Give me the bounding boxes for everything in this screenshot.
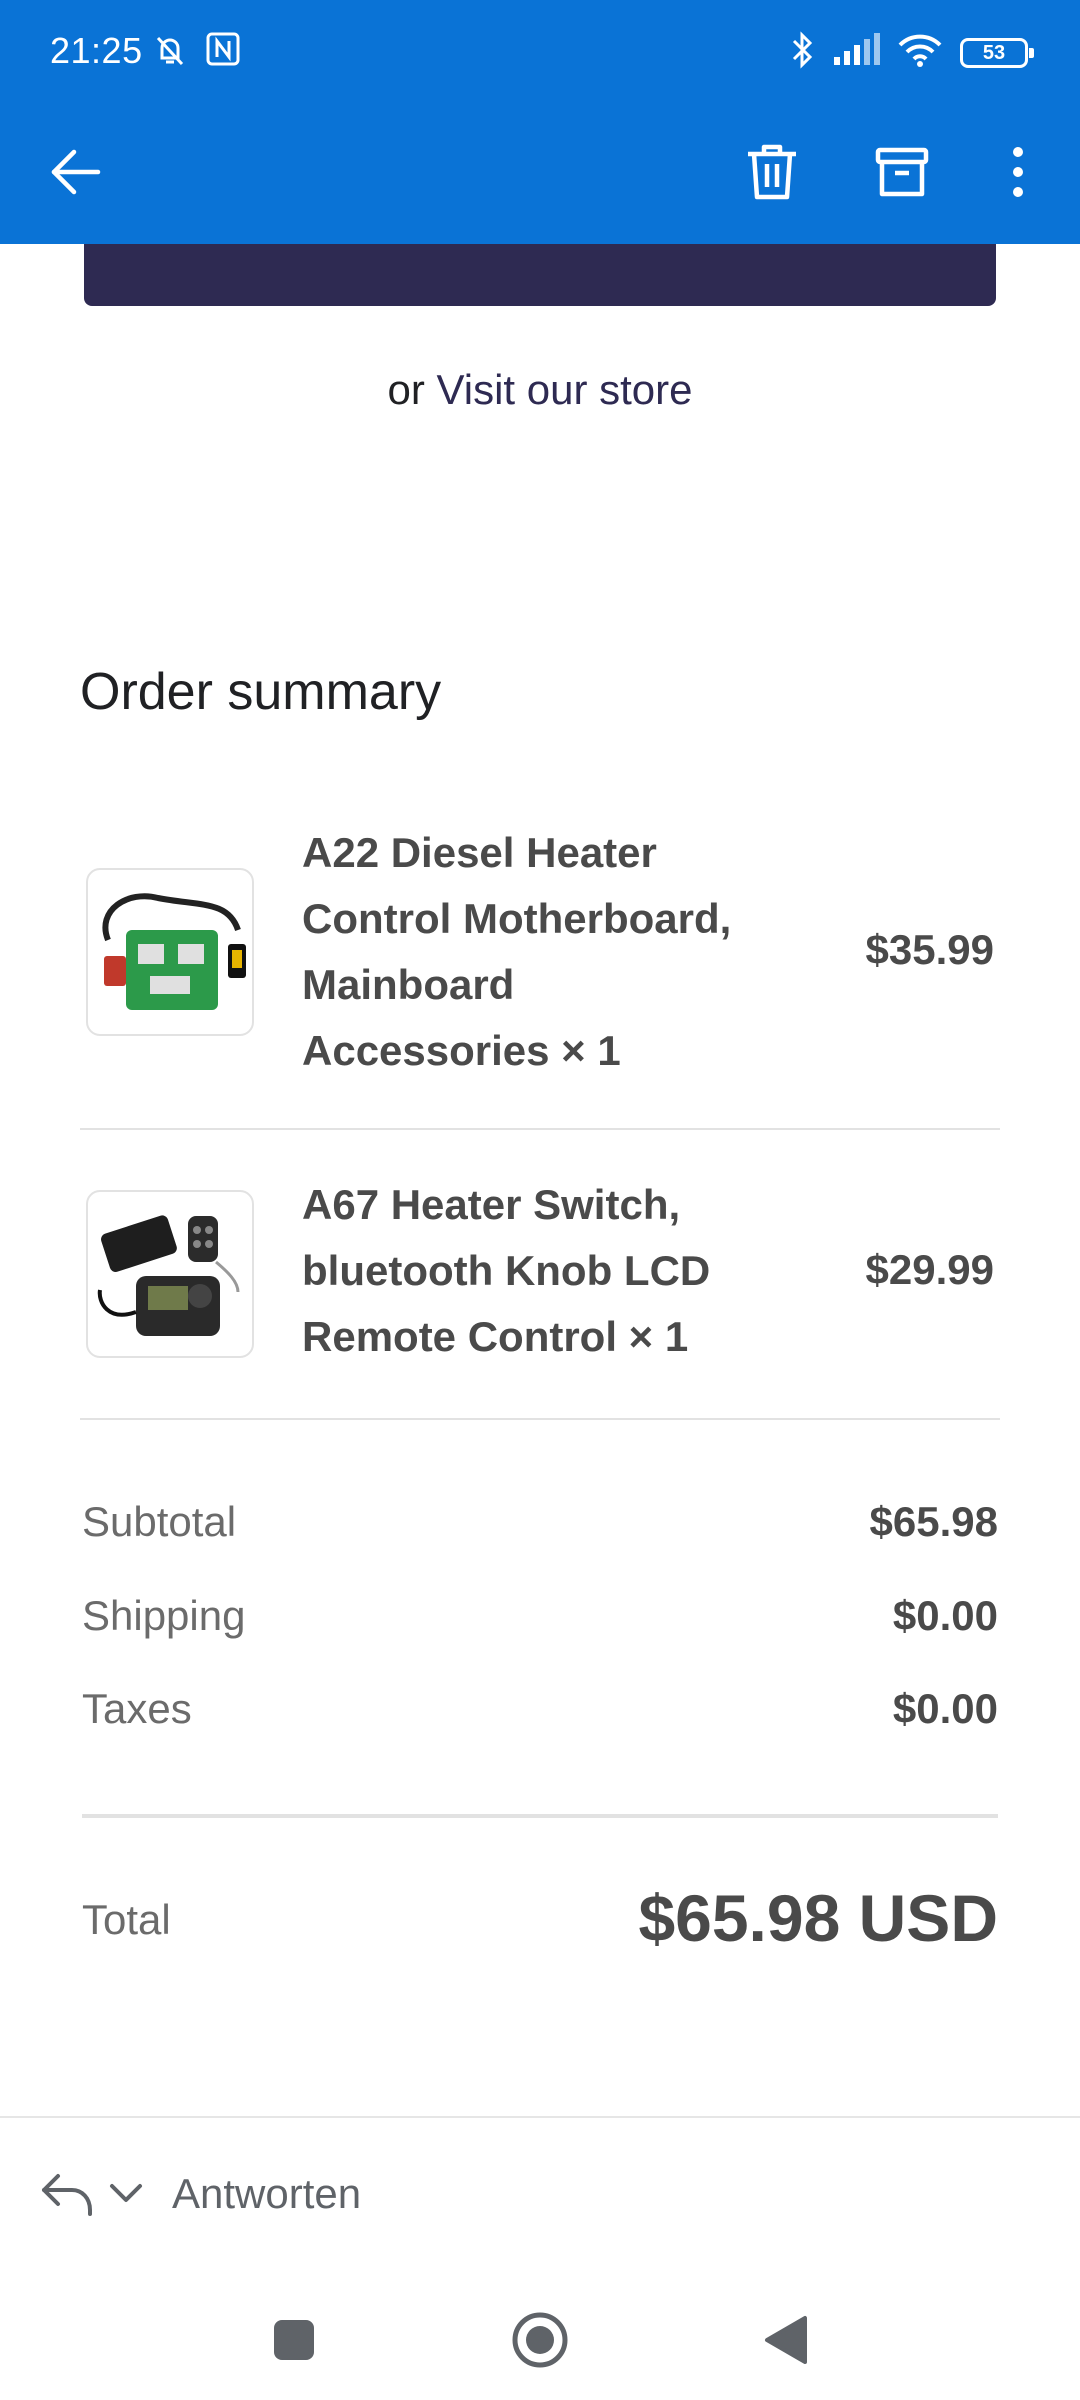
item-name: A22 Diesel Heater Control Motherboard, M… (302, 829, 732, 1074)
taxes-row: Taxes $0.00 (82, 1685, 998, 1745)
item-divider (80, 1128, 1000, 1130)
delete-button[interactable] (736, 138, 808, 210)
nfc-icon (204, 30, 242, 75)
back-nav-button[interactable] (754, 2310, 818, 2374)
total-divider (82, 1814, 998, 1818)
subtotal-label: Subtotal (82, 1498, 237, 1545)
system-nav-bar (0, 2280, 1080, 2400)
shipping-row: Shipping $0.00 (82, 1592, 998, 1652)
home-icon (510, 2310, 570, 2375)
trash-icon (744, 142, 800, 207)
taxes-value: $0.00 (892, 1685, 998, 1732)
toolbar (0, 118, 1080, 218)
signal-icon (832, 33, 880, 72)
wifi-icon (896, 31, 944, 74)
reply-label[interactable]: Antworten (172, 2170, 361, 2218)
back-button[interactable] (40, 138, 112, 210)
bluetooth-icon (790, 30, 816, 75)
product-image (86, 868, 254, 1036)
shipping-label: Shipping (82, 1592, 246, 1639)
reply-icon[interactable] (38, 2170, 94, 2225)
reply-bar[interactable]: Antworten (0, 2118, 1080, 2278)
arrow-left-icon (48, 144, 104, 205)
visit-prefix: or (387, 366, 437, 413)
subtotal-value: $65.98 (869, 1498, 998, 1545)
app-bar: 21:25 53 (0, 0, 1080, 244)
taxes-label: Taxes (82, 1685, 192, 1732)
archive-icon (874, 144, 930, 205)
more-options-button[interactable] (982, 138, 1054, 210)
subtotal-row: Subtotal $65.98 (82, 1498, 998, 1558)
order-item: A67 Heater Switch, bluetooth Knob LCD Re… (80, 1172, 1000, 1372)
shipping-value: $0.00 (892, 1592, 998, 1639)
home-button[interactable] (508, 2310, 572, 2374)
order-item: A22 Diesel Heater Control Motherboard, M… (80, 820, 1000, 1090)
battery-indicator: 53 (960, 37, 1034, 68)
product-image (86, 1190, 254, 1358)
view-order-button[interactable] (84, 244, 996, 306)
alarm-off-icon (150, 30, 190, 75)
more-vertical-icon (1008, 144, 1028, 205)
recents-icon (272, 2318, 316, 2367)
item-price: $29.99 (865, 1246, 994, 1293)
visit-store-link[interactable]: Visit our store (437, 366, 693, 413)
status-time: 21:25 (50, 30, 143, 71)
total-label: Total (82, 1896, 171, 1943)
total-value: $65.98 USD (638, 1881, 998, 1955)
visit-store-line: or Visit our store (0, 366, 1080, 414)
recents-button[interactable] (262, 2310, 326, 2374)
order-summary-title: Order summary (80, 663, 442, 721)
archive-button[interactable] (866, 138, 938, 210)
status-bar: 21:25 53 (0, 0, 1080, 108)
chevron-down-icon[interactable] (108, 2178, 144, 2213)
item-price: $35.99 (865, 926, 994, 973)
item-divider (80, 1418, 1000, 1420)
item-name: A67 Heater Switch, bluetooth Knob LCD Re… (302, 1181, 711, 1360)
back-triangle-icon (763, 2314, 809, 2371)
